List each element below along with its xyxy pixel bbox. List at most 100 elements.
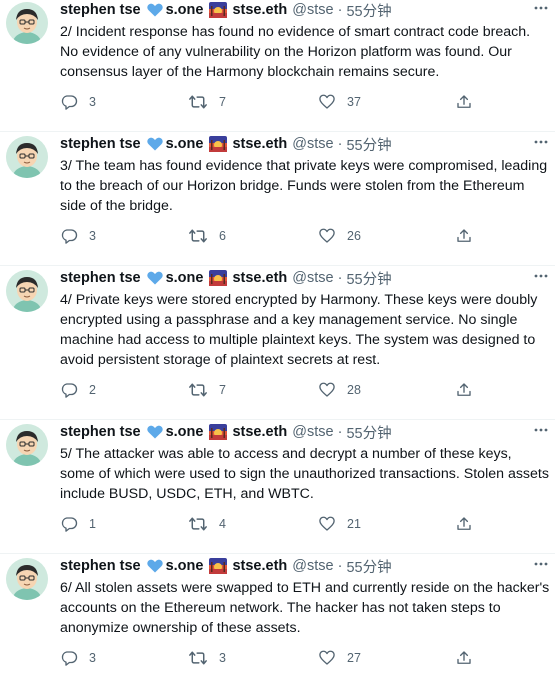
retweet-button[interactable]: 6 <box>188 226 226 246</box>
more-icon[interactable] <box>533 134 549 154</box>
author-handle[interactable]: @stse <box>292 270 333 286</box>
reply-count: 1 <box>89 517 96 531</box>
tweet-text: 2/ Incident response has found no eviden… <box>60 24 531 80</box>
cartoon-avatar-icon[interactable] <box>6 424 48 466</box>
tweet-text: 4/ Private keys were stored encrypted by… <box>60 292 538 368</box>
cartoon-avatar-icon[interactable] <box>6 270 48 312</box>
like-icon <box>318 649 336 667</box>
sunset-flag-icon <box>209 136 228 152</box>
like-count: 37 <box>347 95 361 109</box>
author-name[interactable]: stephen tse <box>60 558 141 574</box>
like-button[interactable]: 27 <box>318 648 361 668</box>
more-icon[interactable] <box>533 0 549 20</box>
tweet[interactable]: stephen tse s.one stse.eth @stse · 55分钟 … <box>0 422 555 554</box>
separator-dot: · <box>337 270 343 286</box>
retweet-count: 7 <box>219 95 226 109</box>
blue-heart-icon <box>146 559 163 573</box>
reply-button[interactable]: 2 <box>60 380 96 400</box>
author-handle[interactable]: @stse <box>292 2 333 18</box>
reply-button[interactable]: 3 <box>60 648 96 668</box>
author-name-suffix: s.one <box>165 424 204 440</box>
separator-dot: · <box>337 2 343 18</box>
like-count: 21 <box>347 517 361 531</box>
reply-count: 3 <box>89 651 96 665</box>
retweet-icon <box>188 93 208 111</box>
more-icon[interactable] <box>533 556 549 576</box>
like-button[interactable]: 28 <box>318 380 361 400</box>
reply-icon <box>60 227 78 245</box>
like-icon <box>318 93 336 111</box>
retweet-icon <box>188 381 208 399</box>
more-icon[interactable] <box>533 268 549 288</box>
like-icon <box>318 227 336 245</box>
reply-button[interactable]: 3 <box>60 226 96 246</box>
separator-dot: · <box>337 558 343 574</box>
tweet[interactable]: stephen tse s.one stse.eth @stse · 55分钟 … <box>0 268 555 420</box>
retweet-button[interactable]: 7 <box>188 380 226 400</box>
tweet[interactable]: stephen tse s.one stse.eth @stse · 55分钟 … <box>0 134 555 266</box>
author-handle[interactable]: @stse <box>292 424 333 440</box>
share-button[interactable] <box>455 380 473 400</box>
ens-name: stse.eth <box>232 558 288 574</box>
share-button[interactable] <box>455 514 473 534</box>
author-name[interactable]: stephen tse <box>60 270 141 286</box>
share-button[interactable] <box>455 226 473 246</box>
reply-count: 3 <box>89 229 96 243</box>
author-name[interactable]: stephen tse <box>60 424 141 440</box>
timestamp[interactable]: 55分钟 <box>346 268 391 289</box>
ens-name: stse.eth <box>232 136 288 152</box>
sunset-flag-icon <box>209 558 228 574</box>
timestamp[interactable]: 55分钟 <box>346 0 391 21</box>
share-icon <box>455 227 473 245</box>
tweet[interactable]: stephen tse s.one stse.eth @stse · 55分钟 … <box>0 0 555 132</box>
author-name[interactable]: stephen tse <box>60 2 141 18</box>
share-button[interactable] <box>455 648 473 668</box>
retweet-button[interactable]: 4 <box>188 514 226 534</box>
reply-icon <box>60 515 78 533</box>
like-button[interactable]: 37 <box>318 92 361 112</box>
like-count: 26 <box>347 229 361 243</box>
like-count: 27 <box>347 651 361 665</box>
retweet-count: 6 <box>219 229 226 243</box>
share-icon <box>455 649 473 667</box>
cartoon-avatar-icon[interactable] <box>6 136 48 178</box>
blue-heart-icon <box>146 271 163 285</box>
blue-heart-icon <box>146 137 163 151</box>
tweet-feed: stephen tse s.one stse.eth @stse · 55分钟 … <box>0 0 555 673</box>
reply-button[interactable]: 1 <box>60 514 96 534</box>
author-handle[interactable]: @stse <box>292 136 333 152</box>
cartoon-avatar-icon[interactable] <box>6 2 48 44</box>
ens-name: stse.eth <box>232 270 288 286</box>
timestamp[interactable]: 55分钟 <box>346 134 391 155</box>
retweet-button[interactable]: 3 <box>188 648 226 668</box>
author-name[interactable]: stephen tse <box>60 136 141 152</box>
reply-count: 2 <box>89 383 96 397</box>
ens-name: stse.eth <box>232 424 288 440</box>
tweet-header: stephen tse s.one stse.eth @stse · 55分钟 <box>60 134 392 154</box>
timestamp[interactable]: 55分钟 <box>346 556 391 577</box>
cartoon-avatar-icon[interactable] <box>6 558 48 600</box>
like-button[interactable]: 26 <box>318 226 361 246</box>
blue-heart-icon <box>146 3 163 17</box>
author-handle[interactable]: @stse <box>292 558 333 574</box>
reply-button[interactable]: 3 <box>60 92 96 112</box>
tweet-text: 3/ The team has found evidence that priv… <box>60 158 548 214</box>
tweet-actions: 3 6 26 <box>60 226 480 246</box>
share-button[interactable] <box>455 92 473 112</box>
reply-icon <box>60 93 78 111</box>
reply-icon <box>60 381 78 399</box>
like-button[interactable]: 21 <box>318 514 361 534</box>
tweet-actions: 3 7 37 <box>60 92 480 112</box>
share-icon <box>455 93 473 111</box>
retweet-count: 3 <box>219 651 226 665</box>
tweet[interactable]: stephen tse s.one stse.eth @stse · 55分钟 … <box>0 556 555 673</box>
sunset-flag-icon <box>209 270 228 286</box>
retweet-count: 7 <box>219 383 226 397</box>
author-name-suffix: s.one <box>165 558 204 574</box>
separator-dot: · <box>337 424 343 440</box>
more-icon[interactable] <box>533 422 549 442</box>
retweet-button[interactable]: 7 <box>188 92 226 112</box>
like-count: 28 <box>347 383 361 397</box>
like-icon <box>318 515 336 533</box>
timestamp[interactable]: 55分钟 <box>346 422 391 443</box>
